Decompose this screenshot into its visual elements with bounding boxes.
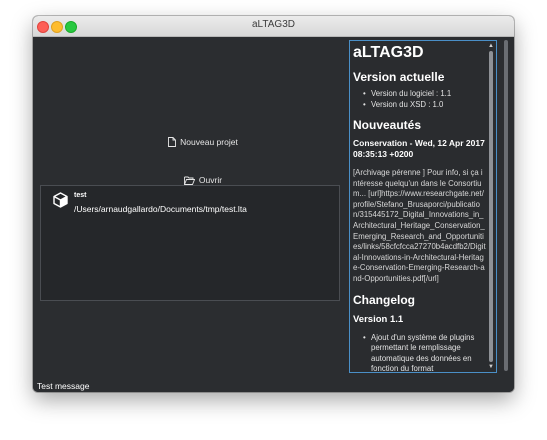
recent-projects-list: test /Users/arnaudgallardo/Documents/tmp… — [40, 185, 340, 301]
info-app-title: aLTAG3D — [353, 44, 424, 61]
folder-open-icon — [183, 176, 195, 185]
new-project-button[interactable]: Nouveau projet — [33, 137, 373, 147]
window-scrollbar[interactable] — [503, 40, 509, 371]
scroll-up-arrow-icon[interactable]: ▲ — [488, 43, 494, 49]
cube-icon — [53, 192, 68, 213]
scrollbar-thumb[interactable] — [489, 51, 493, 362]
info-panel-scrollbar[interactable]: ▲ ▼ — [488, 43, 494, 370]
changelog-list: Ajout d'un système de plugins permettant… — [353, 333, 486, 372]
new-project-label: Nouveau projet — [180, 137, 238, 147]
version-item: Version du logiciel : 1.1 — [363, 89, 486, 100]
news-heading: Nouveautés — [353, 118, 422, 132]
status-message: Test message — [37, 381, 90, 391]
news-body: [Archivage pérenne ] Pour info, si ça in… — [353, 168, 486, 283]
window-title: aLTAG3D — [252, 19, 295, 30]
recent-project-name: test — [74, 192, 87, 199]
open-label: Ouvrir — [198, 175, 223, 185]
changelog-item: Ajout d'un système de plugins permettant… — [363, 333, 486, 372]
version-heading: Version actuelle — [353, 70, 445, 84]
changelog-heading: Changelog — [353, 292, 415, 307]
document-icon — [168, 137, 177, 147]
app-window: aLTAG3D Nouveau projet Ouvrir test /User… — [33, 16, 514, 392]
scroll-down-arrow-icon[interactable]: ▼ — [488, 364, 494, 370]
info-panel[interactable]: aLTAG3D Version actuelle Version du logi… — [349, 40, 497, 373]
main-content: Nouveau projet Ouvrir test /Users/arnaud… — [33, 37, 514, 392]
news-title: Conservation - Wed, 12 Apr 2017 08:35:13… — [353, 138, 485, 159]
recent-project-path: /Users/arnaudgallardo/Documents/tmp/test… — [74, 204, 247, 214]
window-scrollbar-thumb[interactable] — [504, 40, 508, 371]
title-bar[interactable]: aLTAG3D — [33, 16, 514, 37]
info-panel-content: aLTAG3D Version actuelle Version du logi… — [353, 41, 486, 372]
open-button[interactable]: Ouvrir — [33, 175, 373, 185]
version-list: Version du logiciel : 1.1 Version du XSD… — [353, 89, 486, 110]
version-item: Version du XSD : 1.0 — [363, 100, 486, 111]
changelog-version: Version 1.1 — [353, 313, 404, 325]
recent-project-item[interactable]: test /Users/arnaudgallardo/Documents/tmp… — [41, 186, 339, 222]
